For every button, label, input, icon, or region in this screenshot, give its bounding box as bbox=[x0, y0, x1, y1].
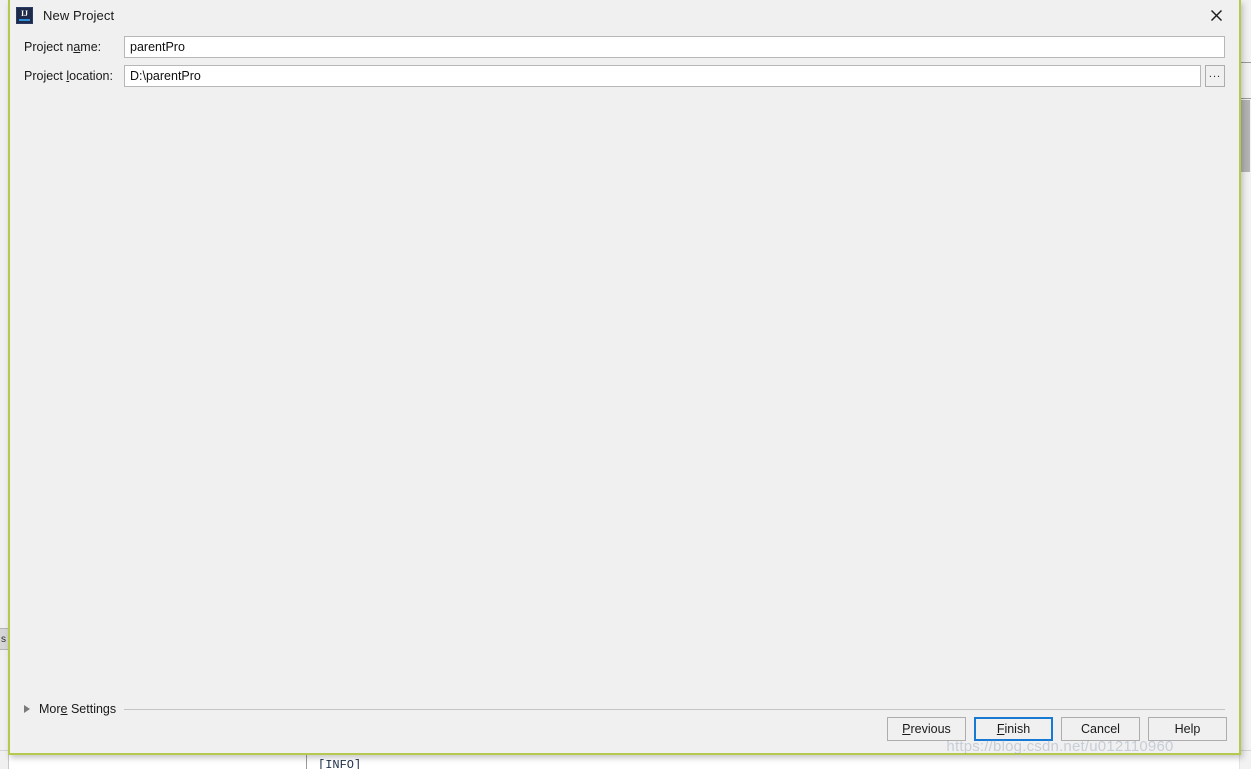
dialog-titlebar: IJ New Project bbox=[10, 0, 1239, 31]
new-project-dialog: IJ New Project Project name: Project loc… bbox=[8, 0, 1241, 755]
cancel-button[interactable]: Cancel bbox=[1061, 717, 1140, 741]
project-location-row: Project location: ... bbox=[24, 65, 1225, 87]
screen: s [INFO] IJ New Project Project name: pa… bbox=[0, 0, 1251, 769]
dialog-button-bar: Previous Finish Cancel Help bbox=[887, 717, 1227, 741]
finish-button[interactable]: Finish bbox=[974, 717, 1053, 741]
project-form: Project name: Project location: ... bbox=[10, 31, 1239, 652]
help-button[interactable]: Help bbox=[1148, 717, 1227, 741]
project-name-label: Project name: bbox=[24, 40, 102, 54]
console-log-line: [INFO] bbox=[318, 758, 362, 769]
intellij-idea-icon: IJ bbox=[16, 7, 33, 24]
dialog-empty-content-area bbox=[24, 94, 1225, 652]
close-icon[interactable] bbox=[1194, 0, 1239, 31]
previous-button[interactable]: Previous bbox=[887, 717, 966, 741]
more-settings-separator bbox=[124, 708, 1225, 710]
project-location-input[interactable] bbox=[124, 65, 1201, 87]
editor-scrollbar-thumb[interactable] bbox=[1241, 100, 1250, 172]
project-name-input[interactable] bbox=[124, 36, 1225, 58]
browse-folder-button[interactable]: ... bbox=[1205, 65, 1225, 87]
dialog-title: New Project bbox=[43, 8, 115, 23]
editor-marker-tick bbox=[1240, 98, 1251, 99]
project-name-row: Project name: bbox=[24, 36, 1225, 58]
more-settings-section[interactable]: More Settings bbox=[24, 700, 1225, 718]
chevron-right-icon[interactable] bbox=[24, 705, 30, 713]
ide-left-tab-label[interactable]: s bbox=[0, 628, 8, 650]
more-settings-label: More Settings bbox=[39, 702, 117, 716]
project-location-label: Project location: bbox=[24, 69, 113, 83]
editor-marker-tick bbox=[1240, 62, 1251, 63]
